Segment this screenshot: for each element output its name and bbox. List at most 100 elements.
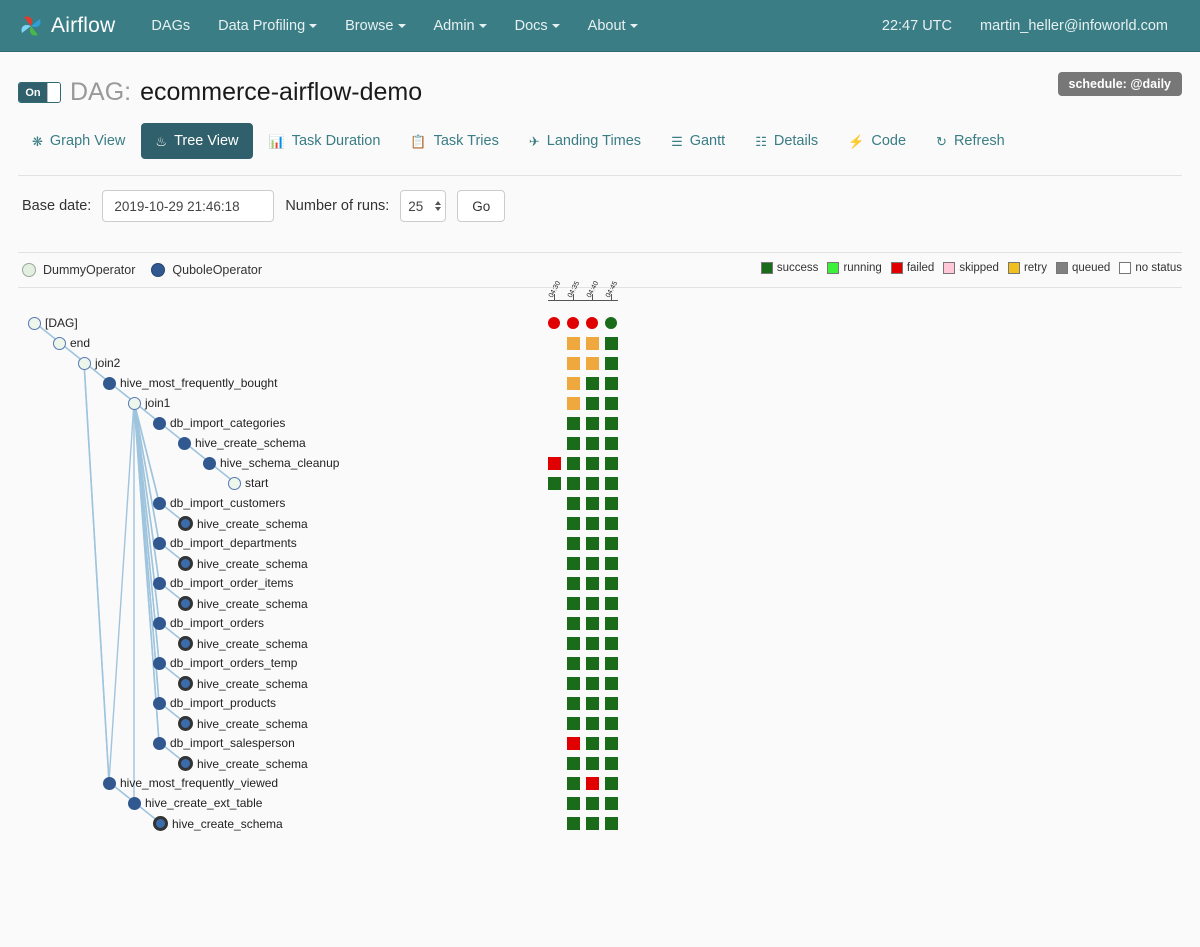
task-instance-cell-success[interactable] [605, 717, 618, 730]
task-instance-cell-success[interactable] [567, 537, 580, 550]
tree-node-hive-create-schema[interactable]: hive_create_schema [178, 756, 308, 771]
tab-tree-view[interactable]: ♨ Tree View [141, 123, 253, 159]
nav-item-dags[interactable]: DAGs [137, 10, 204, 42]
go-button[interactable]: Go [457, 190, 506, 222]
dummy-operator-node-icon[interactable] [53, 336, 66, 350]
task-instance-cell-success[interactable] [605, 697, 618, 710]
nav-item-browse[interactable]: Browse [331, 10, 419, 42]
qubole-operator-node-icon[interactable] [153, 536, 166, 550]
task-instance-cell-success[interactable] [567, 717, 580, 730]
task-instance-cell-success[interactable] [586, 717, 599, 730]
dag-pause-toggle[interactable]: On [18, 82, 61, 103]
qubole-operator-node-icon[interactable] [153, 616, 166, 630]
tree-node-db-import-orders-temp[interactable]: db_import_orders_temp [153, 656, 297, 670]
tree-node-db-import-orders[interactable]: db_import_orders [153, 616, 264, 630]
tree-node-label[interactable]: hive_most_frequently_bought [120, 376, 277, 390]
qubole-operator-node-icon[interactable] [153, 696, 166, 710]
task-instance-cell-success[interactable] [586, 557, 599, 570]
task-instance-cell-retry[interactable] [567, 337, 580, 350]
qubole-operator-node-icon[interactable] [178, 756, 193, 771]
tree-node-hive-create-schema[interactable]: hive_create_schema [178, 516, 308, 531]
task-instance-cell-success[interactable] [586, 737, 599, 750]
tab-graph-view[interactable]: ❋ Graph View [18, 123, 139, 159]
tree-node-label[interactable]: hive_create_schema [197, 717, 308, 731]
task-instance-cell-success[interactable] [605, 677, 618, 690]
tab-task-tries[interactable]: 📋 Task Tries [396, 123, 512, 159]
task-instance-cell-retry[interactable] [586, 337, 599, 350]
tree-node-db-import-products[interactable]: db_import_products [153, 696, 276, 710]
task-instance-cell-success[interactable] [605, 577, 618, 590]
task-instance-cell-success[interactable] [567, 817, 580, 830]
tree-node-hive-create-ext-table[interactable]: hive_create_ext_table [128, 796, 262, 810]
dag-run-circle-failed[interactable] [548, 317, 560, 329]
tree-node-label[interactable]: db_import_categories [170, 416, 285, 430]
task-instance-cell-success[interactable] [586, 677, 599, 690]
task-instance-cell-failed[interactable] [567, 737, 580, 750]
task-instance-cell-success[interactable] [586, 537, 599, 550]
task-instance-cell-success[interactable] [605, 337, 618, 350]
tree-node-label[interactable]: hive_create_schema [197, 677, 308, 691]
qubole-operator-node-icon[interactable] [178, 716, 193, 731]
tree-node-hive-create-schema[interactable]: hive_create_schema [178, 436, 306, 450]
qubole-operator-node-icon[interactable] [178, 676, 193, 691]
task-instance-cell-success[interactable] [586, 417, 599, 430]
task-instance-cell-success[interactable] [605, 437, 618, 450]
task-instance-cell-success[interactable] [586, 657, 599, 670]
task-instance-cell-success[interactable] [567, 417, 580, 430]
tree-node-label[interactable]: hive_create_schema [197, 517, 308, 531]
tree-node-hive-create-schema[interactable]: hive_create_schema [178, 636, 308, 651]
tree-node-label[interactable]: db_import_orders [170, 616, 264, 630]
tree-node-label[interactable]: db_import_products [170, 696, 276, 710]
qubole-operator-node-icon[interactable] [178, 436, 191, 450]
qubole-operator-node-icon[interactable] [153, 576, 166, 590]
task-instance-cell-success[interactable] [567, 617, 580, 630]
task-instance-cell-success[interactable] [586, 637, 599, 650]
task-instance-cell-success[interactable] [605, 757, 618, 770]
task-instance-cell-success[interactable] [586, 617, 599, 630]
task-instance-cell-success[interactable] [567, 457, 580, 470]
qubole-operator-node-icon[interactable] [203, 456, 216, 470]
tree-node-db-import-customers[interactable]: db_import_customers [153, 496, 285, 510]
nav-item-about[interactable]: About [574, 10, 652, 42]
tree-node-label[interactable]: hive_create_schema [197, 597, 308, 611]
tab-code[interactable]: ⚡ Code [834, 123, 920, 159]
task-instance-cell-success[interactable] [567, 557, 580, 570]
task-instance-cell-retry[interactable] [567, 377, 580, 390]
qubole-operator-node-icon[interactable] [103, 776, 116, 790]
qubole-operator-node-icon[interactable] [153, 496, 166, 510]
tree-node-hive-schema-cleanup[interactable]: hive_schema_cleanup [203, 456, 339, 470]
task-instance-cell-success[interactable] [567, 497, 580, 510]
task-instance-cell-retry[interactable] [567, 397, 580, 410]
task-instance-cell-success[interactable] [586, 457, 599, 470]
qubole-operator-node-icon[interactable] [178, 556, 193, 571]
task-instance-cell-success[interactable] [605, 477, 618, 490]
task-instance-cell-success[interactable] [605, 777, 618, 790]
task-instance-cell-success[interactable] [567, 657, 580, 670]
tree-node-label[interactable]: hive_most_frequently_viewed [120, 776, 278, 790]
tree-node-label[interactable]: db_import_order_items [170, 576, 293, 590]
nav-item-data-profiling[interactable]: Data Profiling [204, 10, 331, 42]
tree-node-hive-most-frequently-bought[interactable]: hive_most_frequently_bought [103, 376, 277, 390]
task-instance-cell-success[interactable] [586, 597, 599, 610]
tree-node-hive-create-schema[interactable]: hive_create_schema [178, 676, 308, 691]
qubole-operator-node-icon[interactable] [178, 596, 193, 611]
tree-node-label[interactable]: hive_create_ext_table [145, 796, 262, 810]
tree-node-label[interactable]: join1 [145, 396, 170, 410]
tree-node-join1[interactable]: join1 [128, 396, 170, 410]
task-instance-cell-success[interactable] [605, 517, 618, 530]
task-instance-cell-success[interactable] [586, 697, 599, 710]
tree-node-label[interactable]: join2 [95, 356, 120, 370]
tree-node-hive-create-schema[interactable]: hive_create_schema [178, 596, 308, 611]
tree-node-label[interactable]: hive_create_schema [195, 436, 306, 450]
task-instance-cell-retry[interactable] [567, 357, 580, 370]
task-instance-cell-success[interactable] [605, 537, 618, 550]
tree-node-db-import-departments[interactable]: db_import_departments [153, 536, 297, 550]
nav-item-admin[interactable]: Admin [420, 10, 501, 42]
task-instance-cell-success[interactable] [605, 457, 618, 470]
task-instance-cell-success[interactable] [605, 637, 618, 650]
qubole-operator-node-icon[interactable] [103, 376, 116, 390]
dummy-operator-node-icon[interactable] [228, 476, 241, 490]
tree-node-label[interactable]: end [70, 336, 90, 350]
qubole-operator-node-icon[interactable] [178, 516, 193, 531]
task-instance-cell-success[interactable] [586, 757, 599, 770]
